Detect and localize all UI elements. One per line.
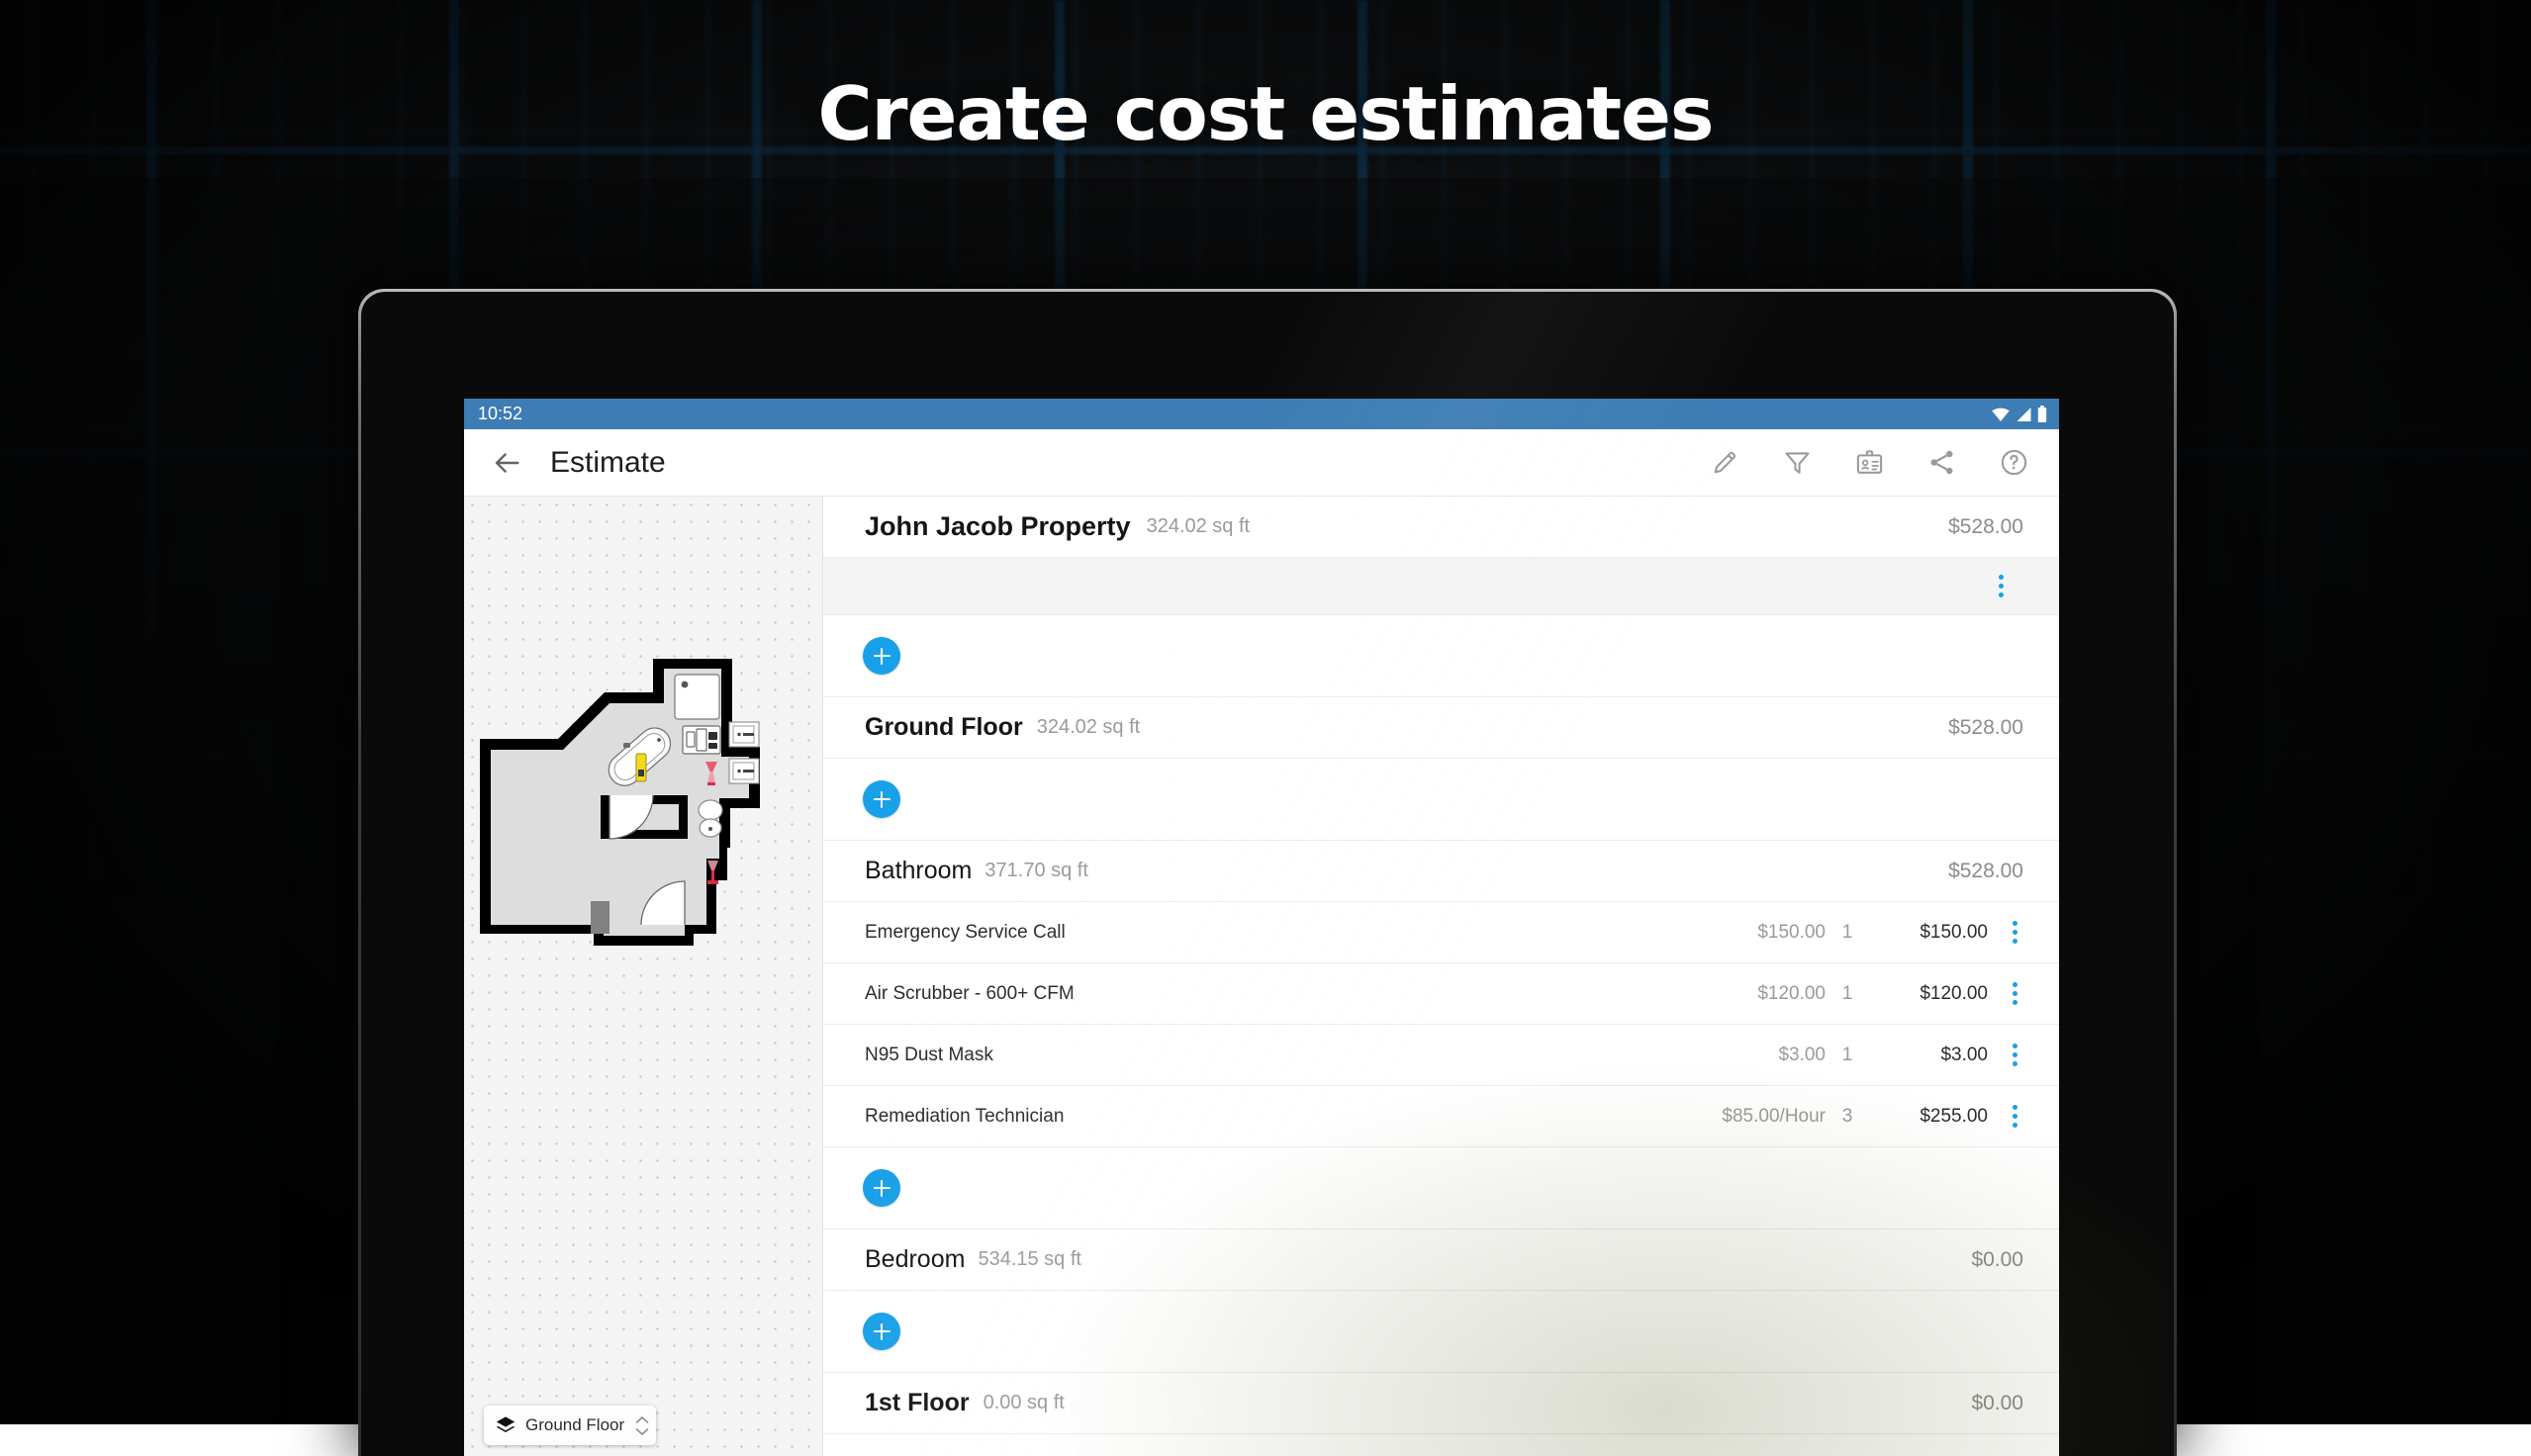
estimate-list-panel[interactable]: John Jacob Property 324.02 sq ft $528.00 (823, 497, 2059, 1456)
line-item-quantity: 1 (1826, 1045, 1869, 1066)
room-area: 534.15 sq ft (978, 1248, 1081, 1271)
device-screen: 10:52 (464, 399, 2059, 1456)
table-row[interactable]: Emergency Service Call $150.00 1 $150.00 (823, 902, 2059, 963)
property-area: 324.02 sq ft (1147, 515, 1251, 538)
section-name: Ground Floor (865, 713, 1023, 742)
badge-icon[interactable] (1854, 447, 1885, 478)
battery-icon (2037, 406, 2047, 422)
property-header-row[interactable]: John Jacob Property 324.02 sq ft $528.00 (823, 497, 2059, 558)
section-row-ground-floor[interactable]: Ground Floor 324.02 sq ft $528.00 (823, 697, 2059, 759)
line-item-quantity: 3 (1826, 1106, 1869, 1128)
back-arrow-icon[interactable] (490, 446, 523, 480)
property-name: John Jacob Property (865, 511, 1131, 542)
line-item-rate: $150.00 (1677, 922, 1826, 944)
table-row[interactable]: N95 Dust Mask $3.00 1 $3.00 (823, 1025, 2059, 1086)
help-icon[interactable] (1999, 447, 2029, 478)
share-icon[interactable] (1926, 447, 1957, 478)
tablet-device: 10:52 (358, 289, 2177, 1456)
section-area: 324.02 sq ft (1037, 716, 1141, 739)
cellular-signal-icon (2015, 407, 2032, 422)
line-item-description: N95 Dust Mask (865, 1045, 993, 1066)
chevron-down-icon[interactable] (635, 1427, 649, 1436)
section-total: $528.00 (1948, 716, 2023, 740)
room-row-bedroom[interactable]: Bedroom 534.15 sq ft $0.00 (823, 1229, 2059, 1291)
status-bar-icons (1991, 406, 2047, 422)
status-bar: 10:52 (464, 399, 2059, 429)
room-name: Bedroom (865, 1245, 965, 1274)
floor-plan-drawing[interactable] (474, 645, 815, 981)
property-overflow-menu[interactable] (1984, 575, 2017, 597)
section-total: $0.00 (1971, 1392, 2023, 1415)
room-row-bathroom[interactable]: Bathroom 371.70 sq ft $528.00 (823, 841, 2059, 902)
floor-selector-label: Ground Floor (525, 1415, 624, 1435)
promo-headline: Create cost estimates (0, 77, 2531, 151)
room-total: $528.00 (1948, 860, 2023, 883)
add-floor-button[interactable] (863, 637, 900, 675)
property-menu-band (823, 558, 2059, 615)
line-item-overflow-menu[interactable] (1998, 1044, 2031, 1066)
status-bar-clock: 10:52 (478, 404, 522, 424)
add-line-item-button[interactable] (863, 1169, 900, 1207)
room-total: $0.00 (1971, 1248, 2023, 1272)
section-name: 1st Floor (865, 1389, 970, 1417)
property-total: $528.00 (1948, 515, 2023, 539)
page-title: Estimate (550, 446, 666, 480)
filter-icon[interactable] (1782, 447, 1813, 478)
line-item-overflow-menu[interactable] (1998, 921, 2031, 944)
line-item-description: Emergency Service Call (865, 922, 1066, 944)
line-item-rate: $3.00 (1677, 1045, 1826, 1066)
floor-selector[interactable]: Ground Floor (484, 1406, 656, 1445)
screen-body: Ground Floor (464, 497, 2059, 1456)
line-item-amount: $150.00 (1869, 922, 1988, 944)
line-item-rate: $85.00/Hour (1677, 1106, 1826, 1128)
line-item-quantity: 1 (1826, 922, 1869, 944)
line-item-amount: $255.00 (1869, 1106, 1988, 1128)
table-row[interactable]: Remediation Technician $85.00/Hour 3 $25… (823, 1086, 2059, 1147)
app-bar-actions (1710, 447, 2037, 478)
line-item-description: Remediation Technician (865, 1106, 1064, 1128)
line-item-amount: $120.00 (1869, 983, 1988, 1005)
line-item-overflow-menu[interactable] (1998, 982, 2031, 1005)
floor-stepper[interactable] (633, 1415, 649, 1436)
add-floor-row[interactable] (823, 615, 2059, 697)
layers-icon (495, 1414, 516, 1436)
room-name: Bathroom (865, 857, 972, 885)
add-room-button[interactable] (863, 780, 900, 818)
add-line-item-row-bedroom[interactable] (823, 1291, 2059, 1373)
section-area: 0.00 sq ft (984, 1392, 1065, 1414)
wifi-icon (1991, 407, 2011, 422)
edit-icon[interactable] (1710, 447, 1740, 478)
room-area: 371.70 sq ft (984, 860, 1088, 882)
line-item-amount: $3.00 (1869, 1045, 1988, 1066)
chevron-up-icon[interactable] (635, 1415, 649, 1424)
floor-plan-panel[interactable]: Ground Floor (464, 497, 823, 1456)
section-row-1st-floor[interactable]: 1st Floor 0.00 sq ft $0.00 (823, 1373, 2059, 1434)
add-line-item-row-bathroom[interactable] (823, 1147, 2059, 1229)
table-row[interactable]: Air Scrubber - 600+ CFM $120.00 1 $120.0… (823, 963, 2059, 1025)
line-item-description: Air Scrubber - 600+ CFM (865, 983, 1075, 1005)
add-line-item-button[interactable] (863, 1313, 900, 1350)
line-item-quantity: 1 (1826, 983, 1869, 1005)
app-bar: Estimate (464, 429, 2059, 497)
add-room-row-ground-floor[interactable] (823, 759, 2059, 841)
line-item-rate: $120.00 (1677, 983, 1826, 1005)
tablet-bezel: 10:52 (361, 292, 2174, 1456)
line-item-overflow-menu[interactable] (1998, 1105, 2031, 1128)
